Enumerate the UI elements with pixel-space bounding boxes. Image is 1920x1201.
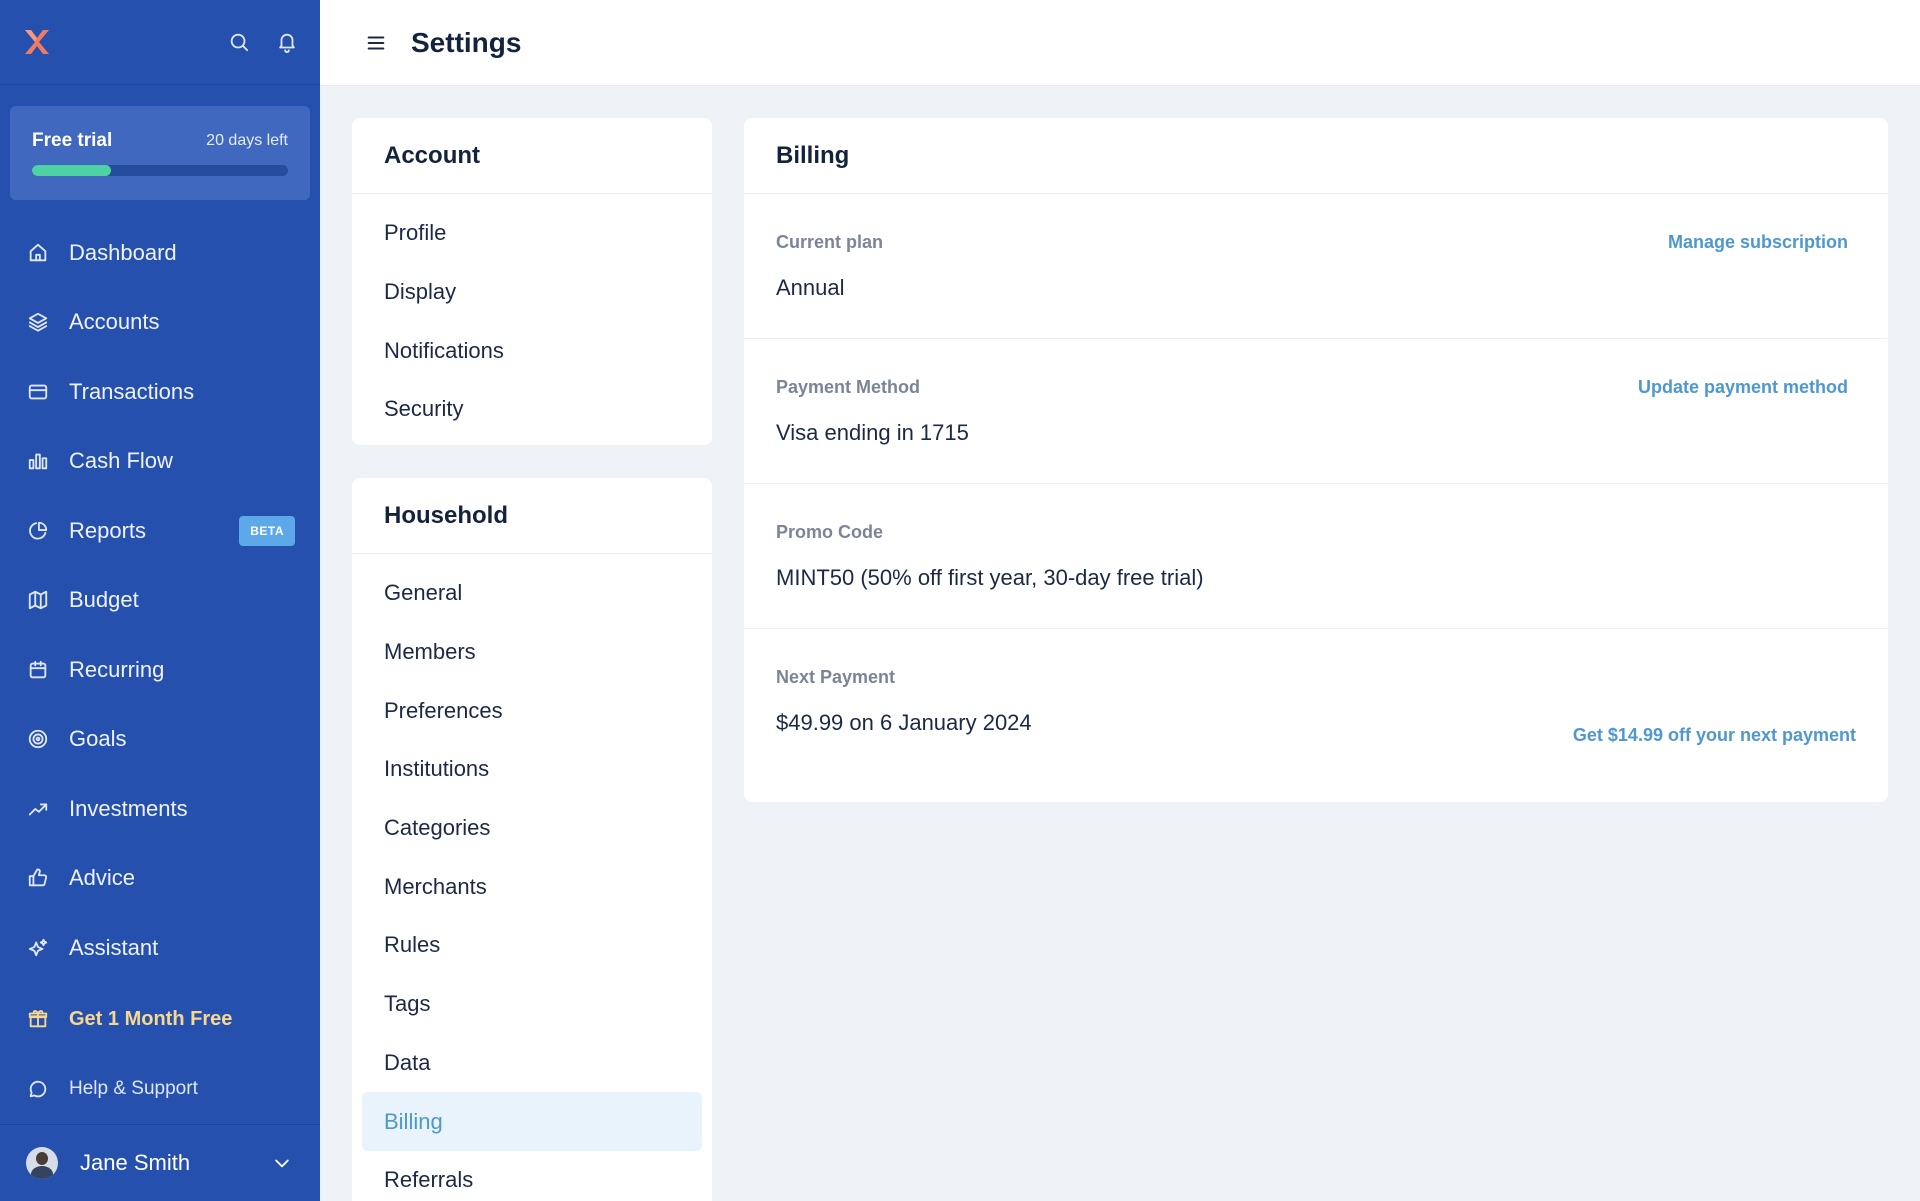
menu-item-referrals[interactable]: Referrals bbox=[362, 1151, 702, 1201]
sidebar-item-label: Accounts bbox=[69, 309, 160, 335]
bar-chart-icon bbox=[28, 453, 48, 470]
sparkles-icon bbox=[28, 938, 48, 956]
free-trial-card[interactable]: Free trial 20 days left bbox=[10, 106, 310, 200]
menu-item-data[interactable]: Data bbox=[362, 1034, 702, 1093]
hamburger-menu-icon[interactable] bbox=[365, 32, 387, 54]
menu-item-profile[interactable]: Profile bbox=[362, 204, 702, 263]
user-name: Jane Smith bbox=[80, 1150, 191, 1175]
promo-code-value: MINT50 (50% off first year, 30-day free … bbox=[776, 565, 1204, 590]
help-label: Help & Support bbox=[69, 1077, 198, 1099]
billing-next-payment: Next Payment $49.99 on 6 January 2024 Ge… bbox=[744, 629, 1888, 799]
sidebar-item-label: Reports bbox=[69, 517, 147, 543]
current-plan-value: Annual bbox=[776, 275, 845, 300]
sidebar-item-label: Assistant bbox=[69, 934, 159, 960]
household-settings-menu: Household General Members Preferences In… bbox=[352, 478, 712, 1201]
sidebar-item-assistant[interactable]: Assistant bbox=[0, 913, 320, 983]
trending-up-icon bbox=[28, 803, 48, 816]
menu-item-security[interactable]: Security bbox=[362, 380, 702, 439]
sidebar-item-investments[interactable]: Investments bbox=[0, 774, 320, 844]
menu-item-rules[interactable]: Rules bbox=[362, 916, 702, 975]
promo-code-label: Promo Code bbox=[776, 522, 884, 542]
sidebar-item-recurring[interactable]: Recurring bbox=[0, 635, 320, 705]
next-payment-discount-link[interactable]: Get $14.99 off your next payment bbox=[1573, 725, 1856, 746]
sidebar-item-label: Dashboard bbox=[69, 239, 177, 265]
chat-bubble-icon bbox=[29, 1080, 47, 1098]
billing-payment-method: Payment Method Visa ending in 1715 Updat… bbox=[744, 339, 1888, 484]
billing-panel: Billing Current plan Annual Manage subsc… bbox=[744, 118, 1888, 802]
page-header: Settings bbox=[320, 0, 1920, 85]
bell-icon[interactable] bbox=[276, 31, 298, 53]
avatar bbox=[26, 1147, 58, 1179]
sidebar-item-transactions[interactable]: Transactions bbox=[0, 357, 320, 427]
sidebar-nav: Dashboard Accounts Transactions Cash Flo… bbox=[0, 218, 320, 1124]
trial-days-left: 20 days left bbox=[206, 132, 288, 149]
menu-item-display[interactable]: Display bbox=[362, 263, 702, 322]
app-logo-icon[interactable] bbox=[22, 27, 52, 57]
home-icon bbox=[29, 243, 47, 261]
menu-item-notifications[interactable]: Notifications bbox=[362, 321, 702, 380]
user-menu[interactable]: Jane Smith bbox=[0, 1124, 320, 1201]
trial-label: Free trial bbox=[32, 130, 113, 151]
sidebar-item-reports[interactable]: Reports BETA bbox=[0, 496, 320, 566]
calendar-icon bbox=[29, 660, 47, 678]
update-payment-method-link[interactable]: Update payment method bbox=[1638, 377, 1848, 398]
sidebar: Free trial 20 days left Dashboard Accoun… bbox=[0, 0, 320, 1201]
target-icon bbox=[28, 730, 48, 749]
sidebar-item-label: Budget bbox=[69, 587, 139, 613]
sidebar-item-help[interactable]: Help & Support bbox=[0, 1054, 320, 1124]
chevron-down-icon bbox=[275, 1159, 289, 1168]
sidebar-item-label: Transactions bbox=[69, 378, 195, 404]
sidebar-item-goals[interactable]: Goals bbox=[0, 705, 320, 775]
account-menu-title: Account bbox=[352, 118, 712, 194]
billing-title: Billing bbox=[744, 118, 1888, 194]
manage-subscription-link[interactable]: Manage subscription bbox=[1668, 232, 1848, 253]
pie-chart-icon bbox=[29, 521, 48, 540]
sidebar-item-get-free-month[interactable]: Get 1 Month Free bbox=[0, 985, 320, 1055]
menu-item-tags[interactable]: Tags bbox=[362, 975, 702, 1034]
sidebar-item-advice[interactable]: Advice bbox=[0, 844, 320, 914]
sidebar-item-cash-flow[interactable]: Cash Flow bbox=[0, 427, 320, 497]
menu-item-merchants[interactable]: Merchants bbox=[362, 857, 702, 916]
account-settings-menu: Account Profile Display Notifications Se… bbox=[352, 118, 712, 445]
sidebar-item-label: Recurring bbox=[69, 656, 165, 682]
search-icon[interactable] bbox=[228, 31, 250, 53]
next-payment-label: Next Payment bbox=[776, 667, 896, 687]
sidebar-item-dashboard[interactable]: Dashboard bbox=[0, 218, 320, 288]
menu-item-institutions[interactable]: Institutions bbox=[362, 740, 702, 799]
sidebar-item-accounts[interactable]: Accounts bbox=[0, 288, 320, 358]
sidebar-item-budget[interactable]: Budget bbox=[0, 566, 320, 636]
menu-item-preferences[interactable]: Preferences bbox=[362, 681, 702, 740]
sidebar-item-label: Goals bbox=[69, 726, 127, 752]
map-icon bbox=[28, 591, 48, 610]
thumbs-up-icon bbox=[28, 868, 48, 887]
household-menu-title: Household bbox=[352, 478, 712, 554]
page-title: Settings bbox=[411, 26, 522, 58]
menu-item-billing[interactable]: Billing bbox=[362, 1092, 702, 1151]
beta-badge: BETA bbox=[239, 515, 295, 546]
credit-card-icon bbox=[28, 384, 48, 400]
payment-method-value: Visa ending in 1715 bbox=[776, 420, 969, 445]
gift-icon bbox=[28, 1010, 48, 1028]
menu-item-categories[interactable]: Categories bbox=[362, 799, 702, 858]
sidebar-header bbox=[0, 0, 320, 85]
sidebar-item-label: Cash Flow bbox=[69, 448, 173, 474]
layers-icon bbox=[28, 313, 48, 332]
sidebar-item-label: Investments bbox=[69, 795, 188, 821]
sidebar-item-label: Advice bbox=[69, 865, 136, 891]
menu-item-general[interactable]: General bbox=[362, 564, 702, 623]
trial-progress-fill bbox=[32, 165, 112, 176]
billing-current-plan: Current plan Annual Manage subscription bbox=[744, 194, 1888, 339]
trial-progress-bar bbox=[32, 165, 288, 176]
menu-item-members[interactable]: Members bbox=[362, 623, 702, 682]
billing-promo-code: Promo Code MINT50 (50% off first year, 3… bbox=[744, 484, 1888, 629]
promo-label: Get 1 Month Free bbox=[69, 1007, 233, 1030]
